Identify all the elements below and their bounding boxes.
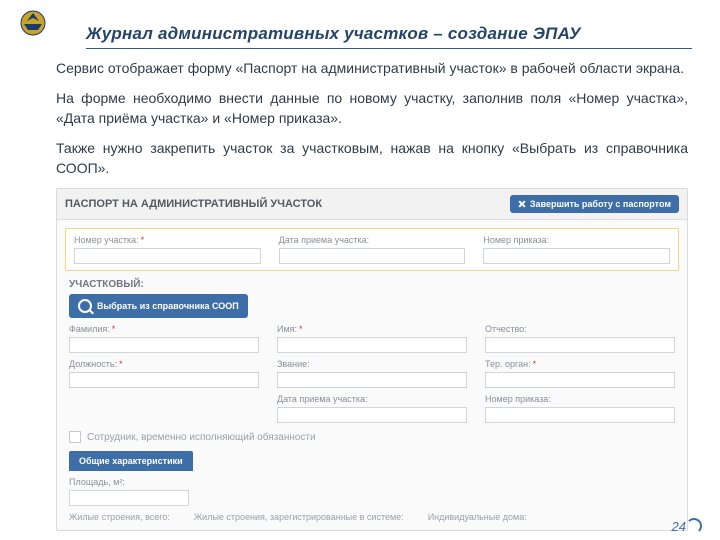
search-icon [78,299,92,313]
order-input[interactable] [483,248,670,264]
close-passport-label: Завершить работу с паспортом [530,199,671,209]
position-input[interactable] [69,372,259,388]
firstname-input[interactable] [277,337,467,353]
intro-paragraph-1: Сервис отображает форму «Паспорт на адми… [56,59,688,79]
order-label: Номер приказа: [483,235,670,245]
individual-houses-label: Индивидуальные дома: [428,512,527,522]
page-number-decoration-icon [686,518,702,534]
officer-date-label: Дата приема участка: [277,394,467,404]
number-label: Номер участка:* [74,235,261,245]
app-header: ПАСПОРТ НА АДМИНИСТРАТИВНЫЙ УЧАСТОК Заве… [57,189,687,220]
select-from-soop-button[interactable]: Выбрать из справочника СООП [69,294,248,318]
intro-paragraph-3: Также нужно закрепить участок за участко… [56,139,688,179]
officer-date-input[interactable] [277,407,467,423]
app-window: ПАСПОРТ НА АДМИНИСТРАТИВНЫЙ УЧАСТОК Заве… [56,188,688,531]
lastname-label: Фамилия:* [69,324,259,334]
soop-button-label: Выбрать из справочника СООП [97,301,239,311]
app-heading: ПАСПОРТ НА АДМИНИСТРАТИВНЫЙ УЧАСТОК [65,198,322,210]
firstname-label: Имя:* [277,324,467,334]
date-input[interactable] [279,248,466,264]
officer-section-label: УЧАСТКОВЫЙ: [69,279,675,290]
temp-duty-checkbox[interactable] [69,431,81,443]
area-label: Площадь, м²: [69,477,189,487]
top-field-strip: Номер участка:* Дата приема участка: Ном… [65,228,679,271]
page-title: Журнал административных участков – созда… [86,24,692,44]
temp-duty-label: Сотрудник, временно исполняющий обязанно… [87,432,316,443]
title-divider [86,48,692,49]
buildings-registered-label: Жилые строения, зарегистрированные в сис… [194,512,404,522]
tab-general[interactable]: Общие характеристики [69,451,193,471]
buildings-total-label: Жилые строения, всего: [69,512,170,522]
officer-order-input[interactable] [485,407,675,423]
close-passport-button[interactable]: Завершить работу с паспортом [510,195,679,213]
rank-label: Звание: [277,359,467,369]
position-label: Должность:* [69,359,259,369]
date-label: Дата приема участка: [279,235,466,245]
middlename-label: Отчество: [485,324,675,334]
emblem-icon [18,8,48,41]
lastname-input[interactable] [69,337,259,353]
middlename-input[interactable] [485,337,675,353]
rank-input[interactable] [277,372,467,388]
area-input[interactable] [69,490,189,506]
close-icon [518,200,526,208]
agency-label: Тер. орган:* [485,359,675,369]
agency-input[interactable] [485,372,675,388]
officer-order-label: Номер приказа: [485,394,675,404]
intro-paragraph-2: На форме необходимо внести данные по нов… [56,89,688,129]
page-number: 24 [672,519,686,534]
number-input[interactable] [74,248,261,264]
